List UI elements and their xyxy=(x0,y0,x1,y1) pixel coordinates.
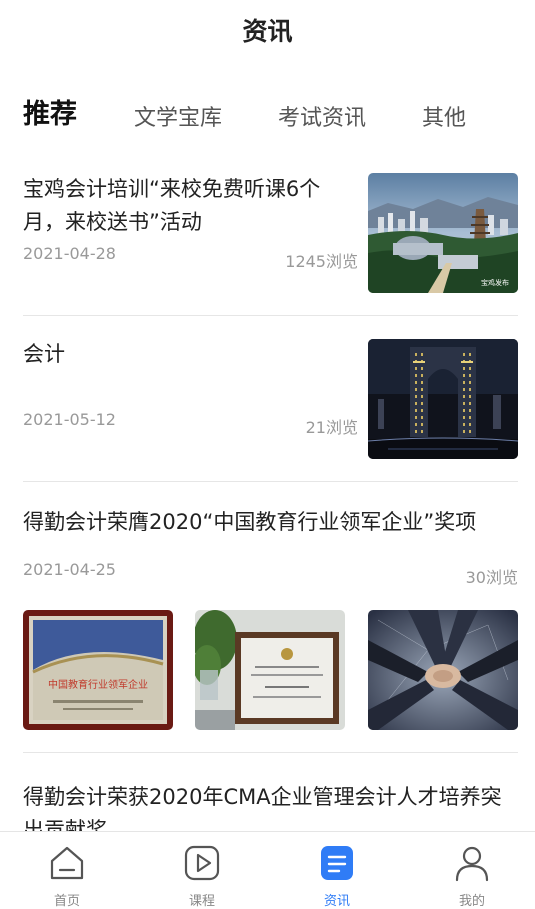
article-thumbnail xyxy=(195,610,345,730)
nav-label: 课程 xyxy=(188,894,215,909)
article-title: 会计 xyxy=(23,342,65,366)
home-icon xyxy=(50,846,84,880)
page-title: 资讯 xyxy=(242,17,293,46)
nav-news[interactable]: 资讯 xyxy=(297,844,377,909)
article-item[interactable]: 得勤会计荣膺2020“中国教育行业领军企业”奖项 2021-04-25 30浏览… xyxy=(23,482,518,752)
nav-courses[interactable]: 课程 xyxy=(162,844,242,909)
user-icon xyxy=(455,846,489,882)
tab-recommend[interactable]: 推荐 xyxy=(23,92,77,131)
article-thumbnail xyxy=(368,339,518,459)
news-icon xyxy=(321,846,353,880)
nav-label: 资讯 xyxy=(323,894,350,909)
tab-literature[interactable]: 文学宝库 xyxy=(134,100,222,132)
article-date: 2021-04-25 xyxy=(23,560,116,579)
category-tabs: 推荐 文学宝库 考试资讯 其他 xyxy=(0,88,535,132)
article-title: 得勤会计荣膺2020“中国教育行业领军企业”奖项 xyxy=(23,510,477,534)
nav-label: 我的 xyxy=(458,894,485,909)
divider xyxy=(23,752,518,753)
nav-profile[interactable]: 我的 xyxy=(432,844,512,909)
thumbnail-watermark: 宝鸡发布 xyxy=(481,278,509,287)
play-icon xyxy=(184,845,220,881)
article-date: 2021-04-28 xyxy=(23,244,116,263)
award-plaque-text: 中国教育行业领军企业 xyxy=(48,678,148,691)
article-views: 1245浏览 xyxy=(285,252,358,271)
article-item[interactable]: 会计 2021-05-12 21浏览 xyxy=(23,316,518,481)
article-thumbnail: 中国教育行业领军企业 xyxy=(23,610,173,730)
nav-label: 首页 xyxy=(53,894,80,909)
tab-other[interactable]: 其他 xyxy=(422,100,466,132)
article-thumbnail xyxy=(368,610,518,730)
article-views: 21浏览 xyxy=(305,418,358,437)
article-views: 30浏览 xyxy=(465,568,518,587)
article-thumbnail: 宝鸡发布 xyxy=(368,173,518,293)
article-date: 2021-05-12 xyxy=(23,410,116,429)
article-item[interactable]: 宝鸡会计培训“来校免费听课6个月，来校送书”活动 2021-04-28 1245… xyxy=(23,165,518,315)
nav-home[interactable]: 首页 xyxy=(27,844,107,909)
news-feed: 宝鸡会计培训“来校免费听课6个月，来校送书”活动 2021-04-28 1245… xyxy=(23,165,518,842)
app-header: 资讯 xyxy=(0,0,535,60)
tab-exam-news[interactable]: 考试资讯 xyxy=(278,100,366,132)
article-title: 宝鸡会计培训“来校免费听课6个月，来校送书”活动 xyxy=(23,177,321,234)
bottom-nav: 首页 课程 资讯 我的 xyxy=(0,831,535,909)
